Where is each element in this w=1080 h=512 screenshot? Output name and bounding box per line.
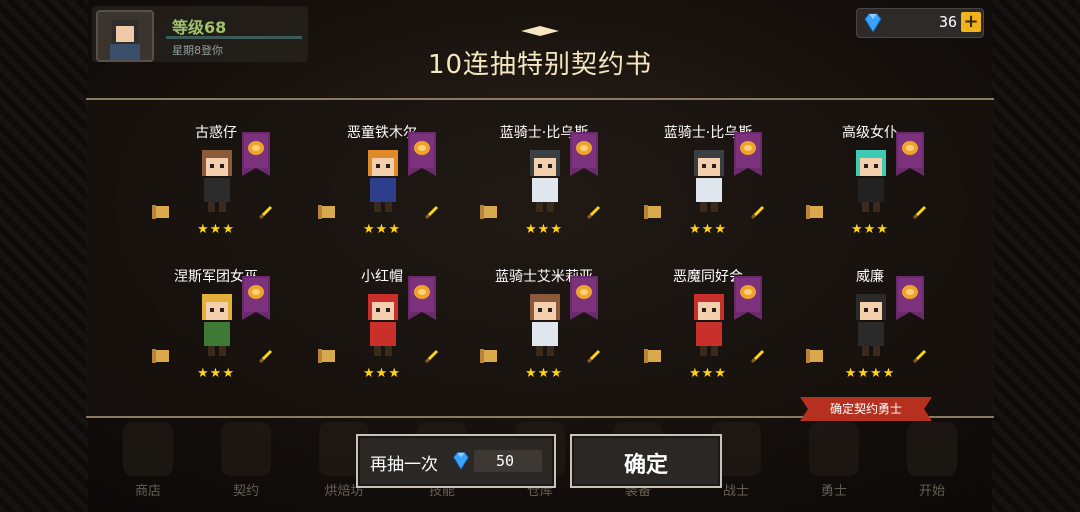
hero-sprite bbox=[368, 294, 398, 356]
star-rating: ★★★ bbox=[689, 222, 727, 237]
hero-card[interactable]: 高级女仆 ★★★ bbox=[800, 122, 940, 252]
magic-orb-icon bbox=[750, 205, 765, 220]
sword-icon bbox=[912, 349, 927, 364]
draw-results-panel: 古惑仔 ★★★ 恶童铁木尔 ★★★ 蓝骑士·比乌斯 ★★★ 蓝骑士·比乌斯 ★★★ 高级女仆 ★★… bbox=[86, 98, 994, 418]
star-rating: ★★★ bbox=[197, 366, 235, 381]
hero-sprite bbox=[694, 294, 724, 356]
hero-sprite bbox=[694, 150, 724, 212]
star-rating: ★★★ bbox=[197, 222, 235, 237]
level-progress-bar bbox=[166, 36, 302, 39]
scroll-icon bbox=[152, 205, 169, 219]
hero-sprite bbox=[530, 294, 560, 356]
hero-card[interactable]: 威廉 ★★★★ bbox=[800, 266, 940, 396]
sword-icon bbox=[424, 205, 439, 220]
hero-card[interactable]: 蓝骑士艾米莉亚 ★★★ bbox=[474, 266, 614, 396]
contract-banner-icon bbox=[242, 132, 270, 176]
hero-card[interactable]: 涅斯军团女巫 ★★★ bbox=[146, 266, 286, 396]
contract-banner-icon bbox=[408, 276, 436, 320]
scroll-icon bbox=[318, 349, 335, 363]
scroll-icon bbox=[644, 349, 661, 363]
redraw-label: 再抽一次 bbox=[370, 455, 438, 475]
gem-counter: 36 + bbox=[856, 8, 984, 38]
contract-banner-icon bbox=[896, 276, 924, 320]
star-rating: ★★★ bbox=[689, 366, 727, 381]
sword-icon bbox=[424, 349, 439, 364]
hero-card[interactable]: 蓝骑士·比乌斯 ★★★ bbox=[474, 122, 614, 252]
gem-icon bbox=[864, 13, 882, 33]
hero-sprite bbox=[202, 294, 232, 356]
sword-icon bbox=[258, 205, 273, 220]
staff-icon bbox=[258, 349, 273, 364]
scroll-icon bbox=[152, 349, 169, 363]
page-title: 10连抽特别契约书 bbox=[427, 50, 653, 80]
add-gems-button[interactable]: + bbox=[961, 12, 981, 32]
contract-banner-icon bbox=[408, 132, 436, 176]
scroll-icon bbox=[318, 205, 335, 219]
confirm-hero-tag: 确定契约勇士 bbox=[800, 397, 932, 421]
hero-card[interactable]: 小红帽 ★★★ bbox=[312, 266, 452, 396]
redraw-button[interactable]: 再抽一次 50 bbox=[356, 434, 556, 488]
redraw-cost: 50 bbox=[496, 452, 515, 470]
axe-icon bbox=[750, 349, 765, 364]
magic-orb-icon bbox=[586, 205, 601, 220]
gem-icon bbox=[453, 452, 469, 471]
confirm-button[interactable]: 确定 bbox=[570, 434, 722, 488]
star-rating: ★★★ bbox=[851, 222, 889, 237]
magic-orb-icon bbox=[912, 205, 927, 220]
contract-banner-icon bbox=[896, 132, 924, 176]
star-rating: ★★★ bbox=[363, 366, 401, 381]
hero-sprite bbox=[202, 150, 232, 212]
hero-sprite bbox=[368, 150, 398, 212]
hero-sprite bbox=[856, 294, 886, 356]
star-rating: ★★★ bbox=[363, 222, 401, 237]
scroll-icon bbox=[806, 349, 823, 363]
scroll-icon bbox=[644, 205, 661, 219]
title-ornament-icon bbox=[521, 26, 559, 36]
gem-count: 36 bbox=[938, 13, 957, 31]
hero-sprite bbox=[856, 150, 886, 212]
hero-card[interactable]: 恶童铁木尔 ★★★ bbox=[312, 122, 452, 252]
arrow-icon bbox=[586, 349, 601, 364]
scroll-icon bbox=[480, 349, 497, 363]
contract-banner-icon bbox=[242, 276, 270, 320]
hero-sprite bbox=[530, 150, 560, 212]
contract-banner-icon bbox=[734, 132, 762, 176]
hero-card[interactable]: 蓝骑士·比乌斯 ★★★ bbox=[638, 122, 778, 252]
hero-card[interactable]: 古惑仔 ★★★ bbox=[146, 122, 286, 252]
contract-banner-icon bbox=[570, 276, 598, 320]
star-rating: ★★★ bbox=[525, 366, 563, 381]
star-rating: ★★★★ bbox=[844, 366, 896, 381]
confirm-label: 确定 bbox=[623, 453, 668, 478]
contract-banner-icon bbox=[570, 132, 598, 176]
contract-banner-icon bbox=[734, 276, 762, 320]
player-level: 等级68 bbox=[172, 18, 227, 37]
star-rating: ★★★ bbox=[525, 222, 563, 237]
hero-card[interactable]: 恶魔同好会 ★★★ bbox=[638, 266, 778, 396]
scroll-icon bbox=[480, 205, 497, 219]
scroll-icon bbox=[806, 205, 823, 219]
